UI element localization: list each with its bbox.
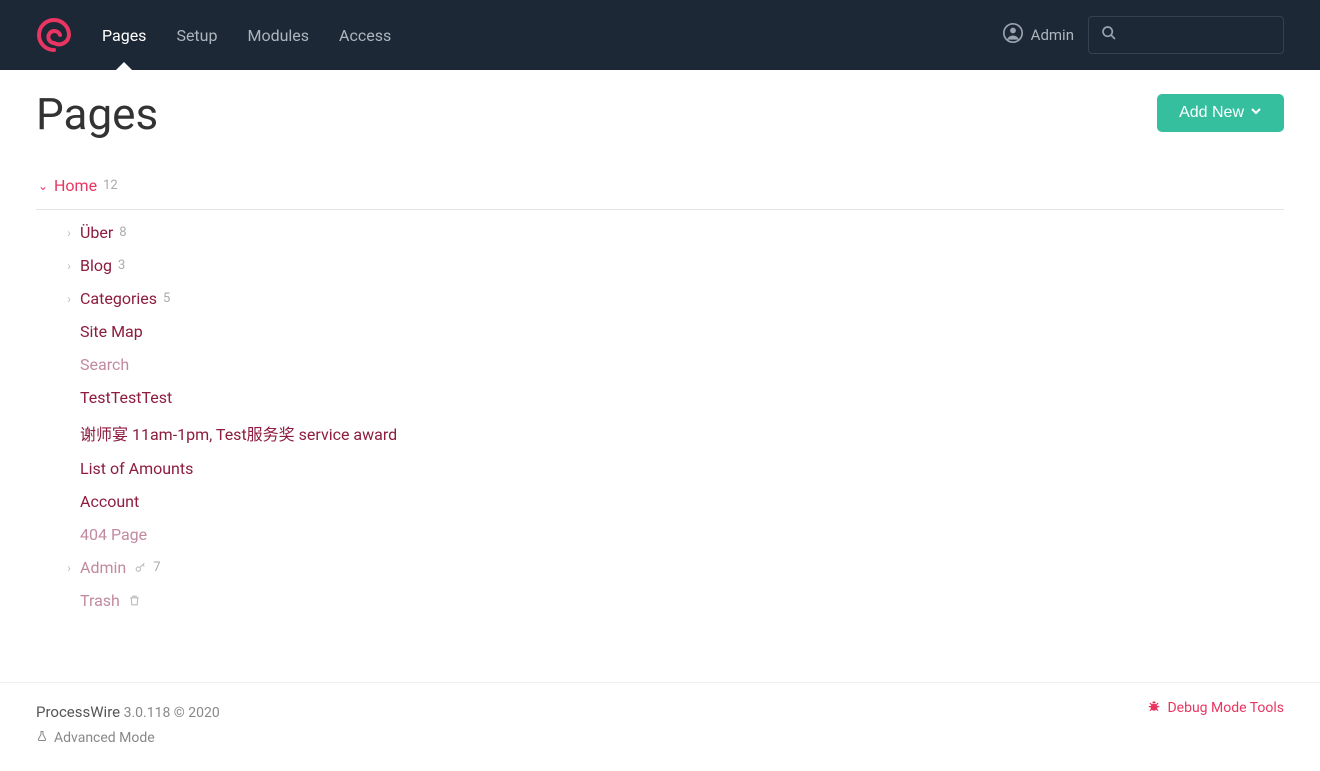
tree-root-item[interactable]: ⌄ Home 12 [36,170,1284,201]
tree-item-count: 8 [119,225,126,240]
user-menu[interactable]: Admin [1003,23,1074,47]
expand-icon[interactable]: › [62,259,76,273]
tree-item[interactable]: › Admin 7 [62,551,1284,584]
tree-root-label[interactable]: Home [54,176,97,195]
tree-item-label[interactable]: Search [80,355,129,374]
debug-mode-tools-link[interactable]: Debug Mode Tools [1147,699,1284,717]
tree-item-label[interactable]: Categories [80,289,157,308]
footer: ProcessWire 3.0.118 © 2020 Advanced Mode… [0,682,1320,771]
tree-item[interactable]: ›404 Page [62,518,1284,551]
footer-product: ProcessWire [36,703,120,721]
tree-item[interactable]: › Categories 5 [62,282,1284,315]
tree-item[interactable]: ›List of Amounts [62,452,1284,485]
tree-item-count: 7 [153,560,160,575]
processwire-logo[interactable] [36,17,72,53]
tree-item[interactable]: ›谢师宴 11am-1pm, Test服务奖 service award [62,414,1284,452]
nav-item-access[interactable]: Access [339,2,391,69]
nav-item-setup[interactable]: Setup [176,2,217,69]
nav-item-pages[interactable]: Pages [102,2,146,69]
tree-root-count: 12 [103,178,118,193]
tree-item-label[interactable]: Trash [80,591,120,610]
tree-item[interactable]: ›Account [62,485,1284,518]
bug-icon [1147,699,1161,717]
main-nav: Pages Setup Modules Access [102,2,983,69]
advanced-mode-indicator: Advanced Mode [36,726,220,751]
expand-icon[interactable]: › [62,226,76,240]
tree-item[interactable]: ›TestTestTest [62,381,1284,414]
tree-item-label[interactable]: 404 Page [80,525,147,544]
footer-version: 3.0.118 © 2020 [124,705,220,721]
user-name: Admin [1031,26,1074,44]
key-icon [134,561,147,574]
tree-item-label[interactable]: Über [80,223,113,242]
top-nav-bar: Pages Setup Modules Access Admin [0,0,1320,70]
tree-item-label[interactable]: List of Amounts [80,459,193,478]
content-area: Pages Add New ⌄ Home 12 › Über 8 › Blog 3 › C… [0,70,1320,682]
debug-mode-tools-label: Debug Mode Tools [1167,700,1284,716]
tree-item[interactable]: › Über 8 [62,216,1284,249]
add-new-label: Add New [1179,104,1244,122]
tree-item[interactable]: ›Trash [62,584,1284,617]
tree-item-label[interactable]: 谢师宴 11am-1pm, Test服务奖 service award [80,421,397,445]
tree-item[interactable]: ›Site Map [62,315,1284,348]
flask-icon [36,726,48,751]
trash-icon [128,594,141,607]
nav-item-modules[interactable]: Modules [247,2,309,69]
user-area: Admin [1003,16,1284,54]
collapse-icon[interactable]: ⌄ [36,179,50,193]
page-tree: ⌄ Home 12 ›Über 8›Blog 3›Categories 5›Si… [36,170,1284,617]
tree-item-label[interactable]: Account [80,492,139,511]
page-title: Pages [36,88,158,140]
add-new-button[interactable]: Add New [1157,94,1284,132]
tree-item-count: 3 [118,258,125,273]
expand-icon[interactable]: › [62,292,76,306]
tree-item-count: 5 [163,291,170,306]
tree-item[interactable]: › Blog 3 [62,249,1284,282]
tree-item-label[interactable]: Admin [80,558,126,577]
search-input[interactable] [1125,27,1306,43]
search-box[interactable] [1088,16,1284,54]
tree-item-label[interactable]: TestTestTest [80,388,172,407]
search-icon [1101,25,1117,45]
tree-item[interactable]: ›Search [62,348,1284,381]
tree-item-label[interactable]: Site Map [80,322,143,341]
expand-icon[interactable]: › [62,561,76,575]
chevron-down-icon [1250,104,1262,122]
advanced-mode-label: Advanced Mode [54,726,155,751]
tree-item-label[interactable]: Blog [80,256,112,275]
user-icon [1003,23,1023,47]
